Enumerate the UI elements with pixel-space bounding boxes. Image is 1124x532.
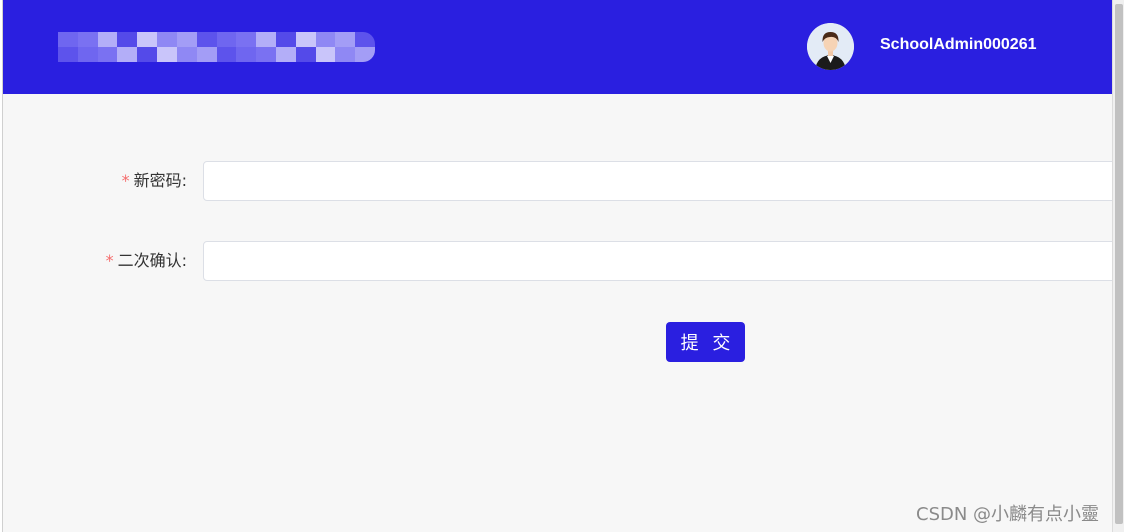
logo-mosaic-tile	[137, 32, 158, 47]
logo-mosaic-tile	[58, 47, 78, 62]
logo-mosaic-tile	[216, 32, 237, 47]
logo-mosaic-tile	[295, 32, 316, 47]
logo-mosaic-tile	[216, 47, 237, 62]
submit-button[interactable]: 提 交	[666, 322, 745, 362]
logo-mosaic-tile	[176, 47, 197, 62]
logo-mosaic-tile	[97, 47, 118, 62]
logo-mosaic-tile	[315, 32, 336, 47]
logo-mosaic-tile	[256, 47, 276, 62]
username-label[interactable]: SchoolAdmin000261	[880, 34, 1037, 56]
logo-mosaic-tile	[236, 47, 257, 62]
logo-mosaic-tile	[256, 32, 276, 47]
new-password-input[interactable]	[203, 161, 1123, 201]
window-left-edge	[0, 0, 3, 532]
confirm-password-label-text: 二次确认:	[117, 251, 187, 270]
csdn-watermark: CSDN @小麟有点小靈	[916, 504, 1100, 525]
logo-mosaic-tile	[157, 47, 177, 62]
logo-mosaic-tile	[117, 32, 138, 47]
logo-mosaic-tile	[137, 47, 158, 62]
logo-mosaic-tile	[295, 47, 316, 62]
logo-mosaic-tile	[117, 47, 138, 62]
logo-mosaic-tile	[236, 32, 257, 47]
new-password-row: * 新密码:	[3, 161, 1123, 201]
logo-mosaic-tile	[196, 32, 217, 47]
scrollbar-thumb[interactable]	[1115, 4, 1123, 524]
avatar-person-icon	[807, 23, 854, 70]
logo-mosaic-tile	[97, 32, 118, 47]
logo-mosaic-tile	[275, 47, 296, 62]
logo-mosaic-tile	[176, 32, 197, 47]
confirm-password-row: * 二次确认:	[3, 241, 1123, 281]
new-password-label-text: 新密码:	[133, 171, 187, 190]
logo-mosaic-tile	[355, 32, 375, 47]
logo-mosaic-tile	[157, 32, 177, 47]
logo-mosaic-tile	[77, 47, 98, 62]
logo-mosaic-tile	[77, 32, 98, 47]
pixelated-logo	[58, 32, 375, 62]
new-password-label: * 新密码:	[3, 161, 195, 201]
logo-mosaic-tile	[335, 47, 356, 62]
vertical-scrollbar[interactable]	[1112, 0, 1124, 532]
required-mark: *	[105, 251, 114, 270]
logo-mosaic-tile	[196, 47, 217, 62]
confirm-password-input[interactable]	[203, 241, 1123, 281]
logo-mosaic-tile	[315, 47, 336, 62]
user-avatar[interactable]	[807, 23, 854, 70]
logo-mosaic-tile	[275, 32, 296, 47]
logo-mosaic-tile	[58, 32, 78, 47]
logo-mosaic-tile	[335, 32, 356, 47]
top-header: SchoolAdmin000261	[3, 0, 1112, 94]
logo-mosaic-tile	[355, 47, 375, 62]
required-mark: *	[121, 171, 130, 190]
confirm-password-label: * 二次确认:	[3, 241, 195, 281]
